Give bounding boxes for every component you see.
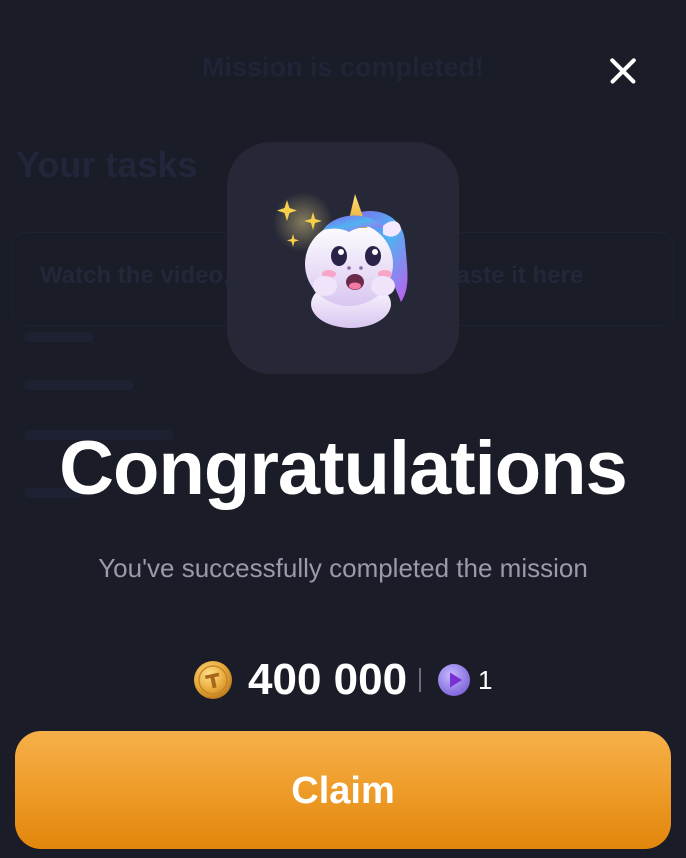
completion-subtitle: You've successfully completed the missio… bbox=[98, 553, 588, 583]
close-icon[interactable] bbox=[600, 48, 646, 94]
unicorn-sparkles-icon bbox=[273, 192, 408, 328]
congratulations-headline: Congratulations bbox=[59, 426, 628, 511]
background-header-title: Mission is completed! bbox=[201, 52, 485, 82]
hero-tile bbox=[227, 142, 459, 374]
mission-complete-screen: Mission is completed! Your tasks Watch t… bbox=[0, 0, 686, 858]
gold-coin-icon bbox=[194, 661, 232, 699]
claim-button[interactable]: Claim bbox=[15, 731, 671, 849]
reward-row: 400 000 1 bbox=[0, 652, 686, 708]
coin-reward-amount: 400 000 bbox=[248, 655, 408, 704]
background-section-title: Your tasks bbox=[16, 144, 198, 185]
ticket-reward-count: 1 bbox=[478, 665, 493, 695]
purple-play-ticket-icon bbox=[438, 664, 470, 696]
reward-divider bbox=[419, 668, 421, 692]
background-line bbox=[24, 332, 94, 342]
background-line bbox=[24, 380, 134, 390]
